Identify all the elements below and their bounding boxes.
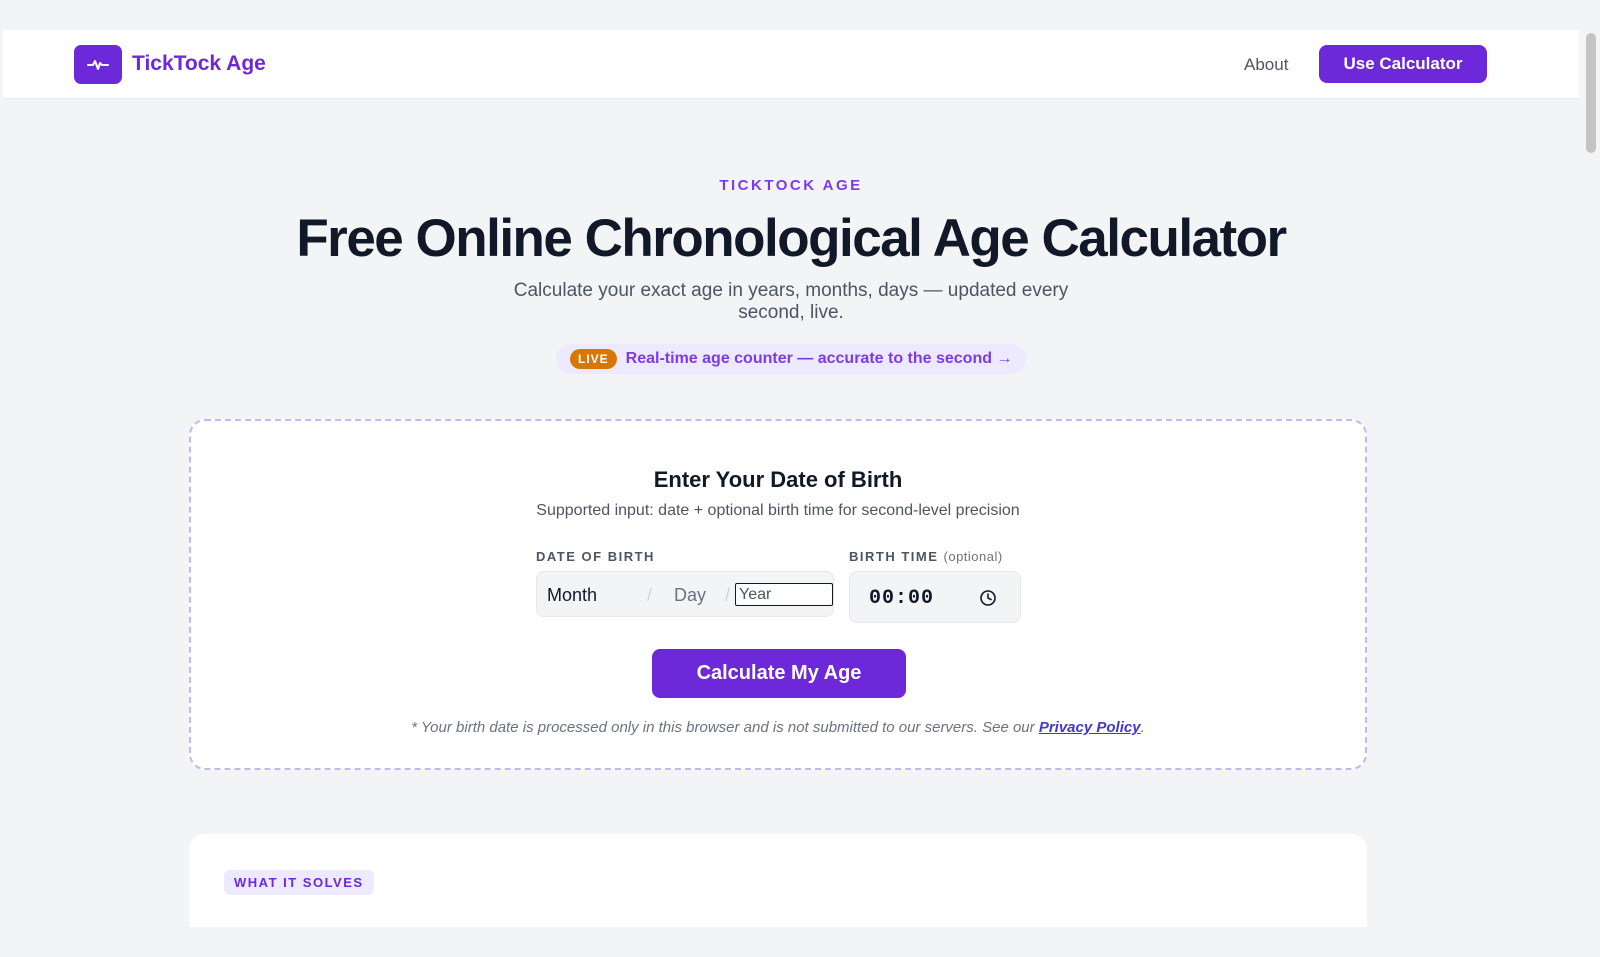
year-input[interactable] (735, 583, 833, 606)
month-segment[interactable]: Month (547, 585, 597, 606)
live-badge: LIVE (570, 349, 617, 369)
date-separator: / (725, 585, 731, 605)
privacy-note-text: * Your birth date is processed only in t… (411, 719, 1039, 736)
hero-subtitle: Calculate your exact age in years, month… (513, 280, 1069, 323)
calculate-age-button[interactable]: Calculate My Age (652, 649, 906, 698)
nav-link-about[interactable]: About (1244, 55, 1288, 75)
calculator-card: Enter Your Date of Birth Supported input… (189, 419, 1367, 770)
privacy-note-end: . (1140, 719, 1145, 736)
calculator-subtitle: Supported input: date + optional birth t… (536, 502, 1020, 519)
page-title: Free Online Chronological Age Calculator (296, 209, 1287, 268)
birth-time-label: BIRTH TIME (optional) (849, 549, 1003, 564)
what-it-solves-section: WHAT IT SOLVES (189, 834, 1367, 927)
dob-input: Month / Day / (536, 571, 834, 617)
privacy-note: * Your birth date is processed only in t… (191, 719, 1365, 736)
birth-time-label-text: BIRTH TIME (849, 549, 939, 564)
live-counter-text: Real-time age counter — accurate to the … (625, 350, 1013, 367)
pulse-icon (87, 59, 109, 70)
privacy-policy-link[interactable]: Privacy Policy (1039, 719, 1141, 736)
brand-name[interactable]: TickTock Age (132, 52, 266, 76)
birth-time-input[interactable]: 00:00 (849, 571, 1021, 623)
scrollbar[interactable] (1581, 30, 1600, 927)
browser-viewport: TickTock Age About Use Calculator TICKTO… (0, 0, 1600, 957)
clock-icon[interactable] (979, 589, 997, 607)
hero-eyebrow: TICKTOCK AGE (719, 177, 863, 194)
live-counter-link[interactable]: LIVE Real-time age counter — accurate to… (556, 344, 1026, 374)
section-chip: WHAT IT SOLVES (224, 870, 374, 895)
navbar: TickTock Age About Use Calculator (3, 30, 1579, 98)
scrollbar-thumb[interactable] (1586, 33, 1596, 153)
birth-time-value: 00:00 (869, 587, 935, 610)
optional-label: (optional) (943, 549, 1003, 564)
calculator-title: Enter Your Date of Birth (653, 467, 903, 492)
day-segment[interactable]: Day (674, 585, 706, 606)
dob-label: DATE OF BIRTH (536, 549, 655, 564)
use-calculator-button[interactable]: Use Calculator (1319, 45, 1487, 83)
page: TickTock Age About Use Calculator TICKTO… (3, 30, 1579, 927)
date-separator: / (647, 585, 653, 605)
logo[interactable] (74, 45, 122, 84)
